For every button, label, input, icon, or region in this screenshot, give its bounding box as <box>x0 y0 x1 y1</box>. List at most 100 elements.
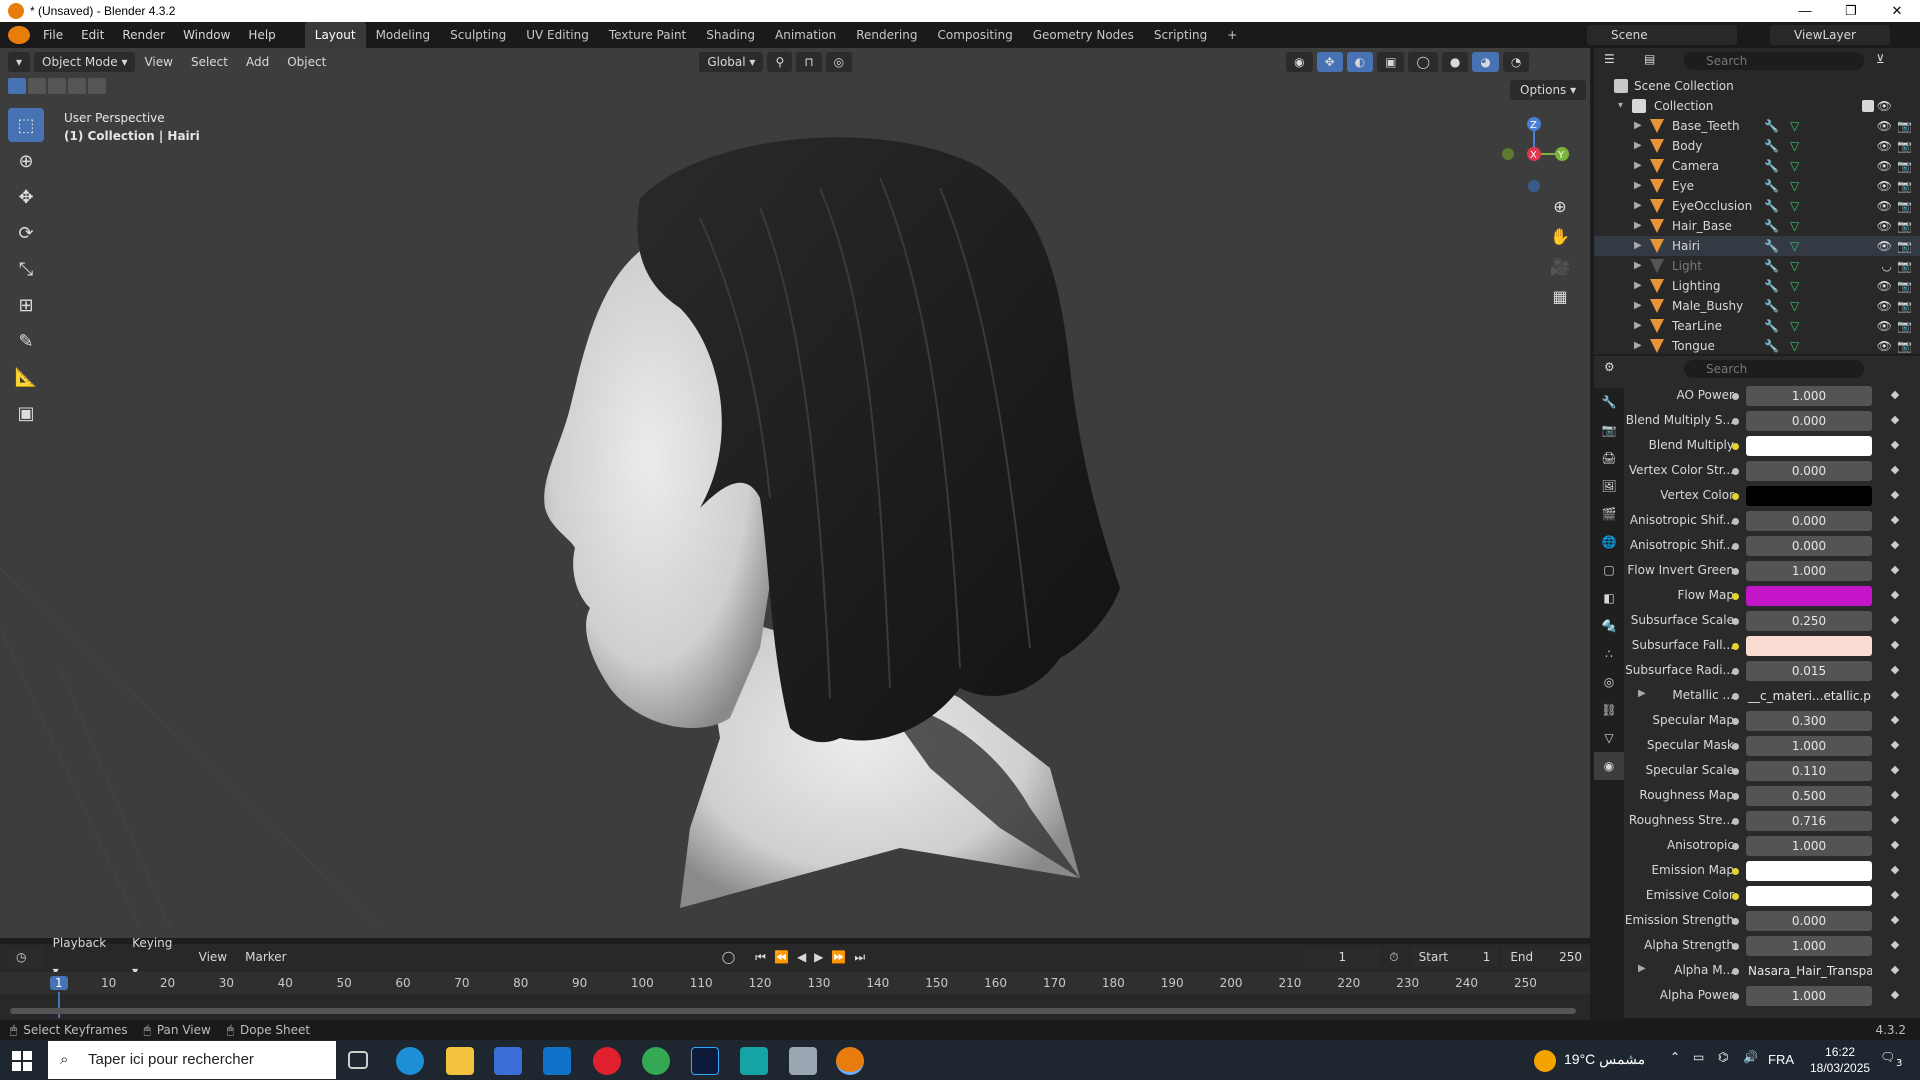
properties-editor-icon[interactable]: ⚙ <box>1604 360 1615 374</box>
render-camera-icon[interactable]: 📷 <box>1897 156 1912 176</box>
keyframe-icon[interactable] <box>1890 665 1900 675</box>
microsoft-store-icon[interactable] <box>494 1047 522 1075</box>
render-camera-icon[interactable]: 📷 <box>1897 296 1912 316</box>
add-cube-tool-icon[interactable]: ▣ <box>8 396 44 430</box>
playhead-line[interactable] <box>58 992 60 1018</box>
physics-tab-icon[interactable]: ◎ <box>1594 668 1624 696</box>
tab-modeling[interactable]: Modeling <box>366 22 441 48</box>
select-intersect-icon[interactable] <box>88 78 106 94</box>
keyframe-icon[interactable] <box>1890 940 1900 950</box>
keyframe-icon[interactable] <box>1890 515 1900 525</box>
render-camera-icon[interactable]: 📷 <box>1897 196 1912 216</box>
photoshop-icon[interactable] <box>691 1047 719 1075</box>
visibility-eye-icon[interactable]: 👁 <box>1877 196 1892 216</box>
menu-edit[interactable]: Edit <box>72 22 113 48</box>
scale-tool-icon[interactable]: ⤡ <box>8 252 44 286</box>
render-camera-icon[interactable]: 📷 <box>1897 336 1912 356</box>
play-reverse-icon[interactable]: ◀ <box>797 950 806 964</box>
collection-visibility-icon[interactable]: 👁 <box>1877 96 1892 116</box>
visibility-eye-icon[interactable]: 👁 <box>1877 296 1892 316</box>
app-window-icon[interactable] <box>789 1047 817 1075</box>
wireframe-shading-icon[interactable]: ◯ <box>1408 52 1438 72</box>
socket-dot-icon[interactable] <box>1732 793 1739 800</box>
render-camera-icon[interactable]: 📷 <box>1897 116 1912 136</box>
tab-scripting[interactable]: Scripting <box>1144 22 1217 48</box>
visibility-eye-icon[interactable]: 👁 <box>1877 336 1892 356</box>
render-camera-icon[interactable]: 📷 <box>1897 316 1912 336</box>
keyframe-icon[interactable] <box>1890 465 1900 475</box>
language-indicator[interactable]: FRA <box>1768 1052 1794 1067</box>
taskbar-search-input[interactable]: ⌕ Taper ici pour rechercher <box>48 1041 336 1079</box>
outliner-collection[interactable]: ▾ Collection 👁 <box>1594 96 1920 116</box>
solid-shading-icon[interactable]: ● <box>1441 52 1469 72</box>
outliner-item[interactable]: ▶ Eye 🔧 ▽ 👁 📷 <box>1594 176 1920 196</box>
viewport-menu-view[interactable]: View <box>135 48 181 76</box>
expand-arrow-icon[interactable]: ▶ <box>1634 156 1642 176</box>
expand-arrow-icon[interactable]: ▶ <box>1634 236 1642 256</box>
tray-volume-icon[interactable]: 🔊 <box>1743 1050 1758 1064</box>
select-invert-icon[interactable] <box>68 78 86 94</box>
material-shading-icon[interactable]: ◕ <box>1472 52 1499 72</box>
pivot-point-icon[interactable]: ⚲ <box>767 52 793 72</box>
expand-arrow-icon[interactable]: ▶ <box>1638 963 1646 974</box>
color-swatch[interactable] <box>1746 636 1872 656</box>
visibility-eye-icon[interactable]: 👁 <box>1877 176 1892 196</box>
visibility-eye-icon[interactable]: 👁 <box>1877 276 1892 296</box>
value-field[interactable]: 0.716 <box>1746 811 1872 831</box>
timeline-ruler[interactable]: 1 10 20 30 40 50 60 70 80 90 100 110 120 130 140 150 160… <box>0 972 1590 1018</box>
xray-icon[interactable]: ▣ <box>1377 52 1405 72</box>
tab-shading[interactable]: Shading <box>696 22 765 48</box>
outliner-display-icon[interactable]: ▤ <box>1644 52 1655 66</box>
value-field[interactable]: 0.000 <box>1746 461 1872 481</box>
expand-arrow-icon[interactable]: ▶ <box>1634 116 1642 136</box>
tray-chevron-icon[interactable]: ⌃ <box>1670 1050 1680 1064</box>
timeline-scrollbar[interactable] <box>10 1008 1576 1014</box>
outliner-item[interactable]: ▶ Hair_Base 🔧 ▽ 👁 📷 <box>1594 216 1920 236</box>
proportional-edit-icon[interactable]: ◎ <box>825 52 853 72</box>
value-field[interactable]: 0.015 <box>1746 661 1872 681</box>
socket-dot-icon[interactable] <box>1732 468 1739 475</box>
socket-dot-icon[interactable] <box>1732 843 1739 850</box>
socket-dot-icon[interactable] <box>1732 518 1739 525</box>
keyframe-icon[interactable] <box>1890 740 1900 750</box>
pan-hand-icon[interactable]: ✋ <box>1548 222 1572 252</box>
viewport-menu-select[interactable]: Select <box>182 48 237 76</box>
value-field[interactable]: 1.000 <box>1746 836 1872 856</box>
tray-network-icon[interactable]: ⌬ <box>1718 1050 1728 1064</box>
edge-browser-icon[interactable] <box>396 1047 424 1075</box>
cursor-tool-icon[interactable]: ⊕ <box>8 144 44 178</box>
color-swatch[interactable] <box>1746 861 1872 881</box>
visibility-icon[interactable]: ◉ <box>1286 52 1313 72</box>
keyframe-icon[interactable] <box>1890 565 1900 575</box>
scene-selector[interactable]: Scene <box>1587 25 1737 45</box>
socket-dot-icon[interactable] <box>1732 918 1739 925</box>
value-field[interactable]: 0.110 <box>1746 761 1872 781</box>
close-button[interactable]: ✕ <box>1874 0 1920 22</box>
socket-dot-icon[interactable] <box>1732 643 1739 650</box>
keyframe-icon[interactable] <box>1890 615 1900 625</box>
overlay-toggle-icon[interactable]: ◐ <box>1346 52 1374 72</box>
tab-animation[interactable]: Animation <box>765 22 846 48</box>
expand-arrow-icon[interactable]: ▶ <box>1634 216 1642 236</box>
zoom-icon[interactable]: ⊕ <box>1548 192 1572 222</box>
object-mode-dropdown[interactable]: Object Mode ▾ <box>34 52 136 72</box>
socket-dot-icon[interactable] <box>1732 993 1739 1000</box>
render-camera-icon[interactable]: 📷 <box>1897 176 1912 196</box>
value-field[interactable]: 0.300 <box>1746 711 1872 731</box>
keyframe-icon[interactable] <box>1890 915 1900 925</box>
expand-arrow-icon[interactable]: ▶ <box>1634 276 1642 296</box>
keyframe-icon[interactable] <box>1890 990 1900 1000</box>
filter-icon[interactable]: ⊻ <box>1876 52 1885 66</box>
viewlayer-selector[interactable]: ViewLayer <box>1770 25 1890 45</box>
tab-layout[interactable]: Layout <box>304 22 366 48</box>
expand-arrow-icon[interactable]: ▶ <box>1634 316 1642 336</box>
editor-type-button[interactable]: ▾ <box>8 52 31 72</box>
prev-keyframe-icon[interactable]: ⏪ <box>774 950 789 964</box>
value-field[interactable]: 1.000 <box>1746 736 1872 756</box>
value-field[interactable]: 0.000 <box>1746 911 1872 931</box>
perspective-grid-icon[interactable]: ▦ <box>1548 282 1572 312</box>
transform-tool-icon[interactable]: ⊞ <box>8 288 44 322</box>
outliner-item[interactable]: ▶ Camera 🔧 ▽ 👁 📷 <box>1594 156 1920 176</box>
color-swatch[interactable] <box>1746 586 1872 606</box>
visibility-eye-icon[interactable]: 👁 <box>1877 236 1892 256</box>
